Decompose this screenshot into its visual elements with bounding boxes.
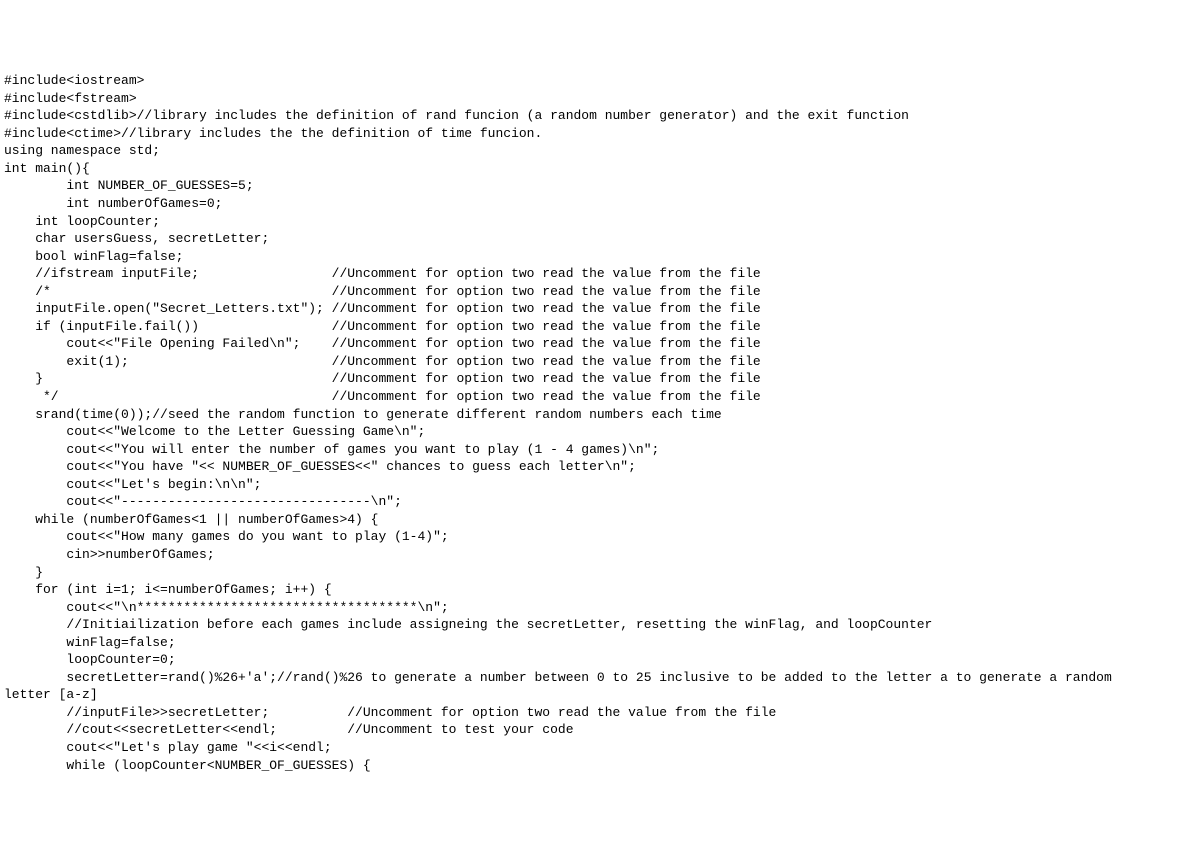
code-line: //Initiailization before each games incl… [4, 616, 1196, 634]
code-line: cout<<"How many games do you want to pla… [4, 528, 1196, 546]
code-line: } //Uncomment for option two read the va… [4, 370, 1196, 388]
code-line: letter [a-z] [4, 686, 1196, 704]
code-line: int loopCounter; [4, 213, 1196, 231]
code-line: while (loopCounter<NUMBER_OF_GUESSES) { [4, 757, 1196, 775]
code-line: secretLetter=rand()%26+'a';//rand()%26 t… [4, 669, 1196, 687]
code-line: using namespace std; [4, 142, 1196, 160]
code-line: for (int i=1; i<=numberOfGames; i++) { [4, 581, 1196, 599]
code-line: cout<<"Let's begin:\n\n"; [4, 476, 1196, 494]
code-line: cout<<"You will enter the number of game… [4, 441, 1196, 459]
code-line: if (inputFile.fail()) //Uncomment for op… [4, 318, 1196, 336]
code-line: cout<<"You have "<< NUMBER_OF_GUESSES<<"… [4, 458, 1196, 476]
code-block: #include<iostream>#include<fstream>#incl… [0, 70, 1200, 776]
code-line: cout<<"Welcome to the Letter Guessing Ga… [4, 423, 1196, 441]
code-line: cout<<"File Opening Failed\n"; //Uncomme… [4, 335, 1196, 353]
code-line: winFlag=false; [4, 634, 1196, 652]
code-line: bool winFlag=false; [4, 248, 1196, 266]
code-line: srand(time(0));//seed the random functio… [4, 406, 1196, 424]
code-line: //inputFile>>secretLetter; //Uncomment f… [4, 704, 1196, 722]
code-line: exit(1); //Uncomment for option two read… [4, 353, 1196, 371]
code-line: char usersGuess, secretLetter; [4, 230, 1196, 248]
code-line: int numberOfGames=0; [4, 195, 1196, 213]
code-line: loopCounter=0; [4, 651, 1196, 669]
code-line: while (numberOfGames<1 || numberOfGames>… [4, 511, 1196, 529]
code-line: //ifstream inputFile; //Uncomment for op… [4, 265, 1196, 283]
code-line: #include<cstdlib>//library includes the … [4, 107, 1196, 125]
code-line: #include<iostream> [4, 72, 1196, 90]
code-line: cout<<"Let's play game "<<i<<endl; [4, 739, 1196, 757]
code-line: int NUMBER_OF_GUESSES=5; [4, 177, 1196, 195]
code-line: } [4, 564, 1196, 582]
code-line: */ //Uncomment for option two read the v… [4, 388, 1196, 406]
code-line: cout<<"\n*******************************… [4, 599, 1196, 617]
code-line: cout<<"--------------------------------\… [4, 493, 1196, 511]
code-line: #include<fstream> [4, 90, 1196, 108]
code-line: /* //Uncomment for option two read the v… [4, 283, 1196, 301]
code-line: inputFile.open("Secret_Letters.txt"); //… [4, 300, 1196, 318]
code-line: cin>>numberOfGames; [4, 546, 1196, 564]
code-line: int main(){ [4, 160, 1196, 178]
code-line: //cout<<secretLetter<<endl; //Uncomment … [4, 721, 1196, 739]
code-line: #include<ctime>//library includes the th… [4, 125, 1196, 143]
